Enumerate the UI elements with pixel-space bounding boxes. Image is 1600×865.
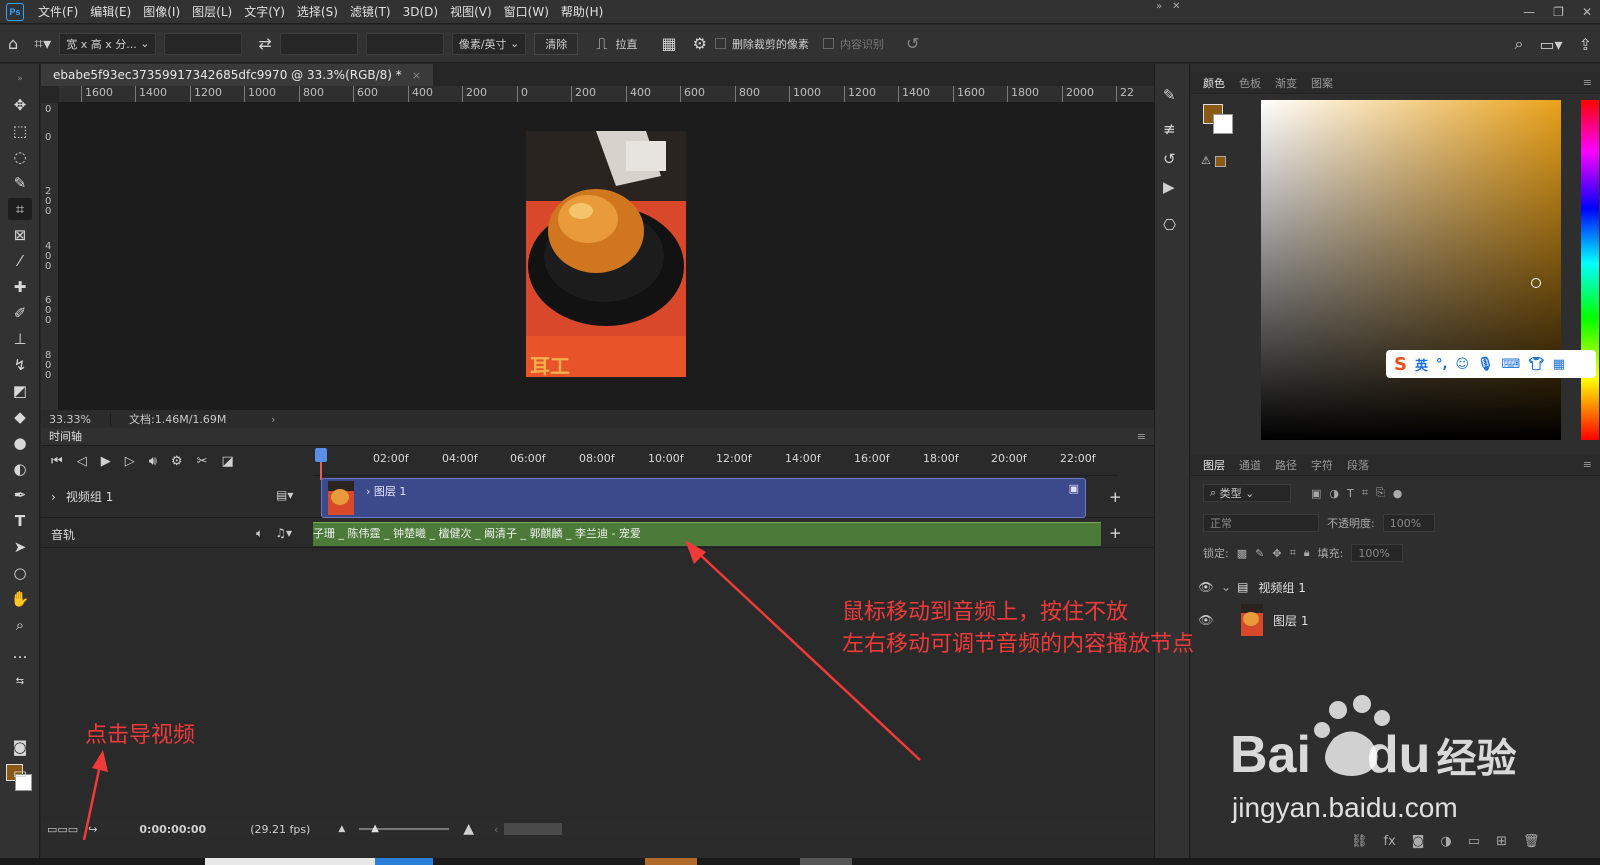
taskbar-item[interactable] — [800, 858, 852, 865]
arrow-head — [685, 540, 706, 564]
watermark-bai: Bai — [1230, 726, 1311, 784]
taskbar-item[interactable] — [375, 858, 433, 865]
taskbar-item[interactable] — [205, 858, 375, 865]
watermark-url: jingyan.baidu.com — [1232, 792, 1458, 823]
arrow-to-render — [82, 764, 102, 841]
export-hint: 点击导视频 — [85, 723, 196, 748]
watermark-brand: Bai du 经验 — [1230, 725, 1516, 785]
watermark-du: du — [1366, 726, 1431, 784]
audio-hint-line-2: 左右移动可调节音频的内容播放节点 — [842, 632, 1195, 657]
arrow-head — [92, 750, 108, 772]
taskbar-item[interactable] — [645, 858, 697, 865]
baidu-watermark: Bai du 经验 jingyan.baidu.com — [1230, 690, 1530, 830]
audio-hint-line-1: 鼠标移动到音频上，按住不放 — [842, 600, 1129, 625]
watermark-cn: 经验 — [1436, 737, 1517, 781]
taskbar-strip — [0, 858, 1600, 865]
